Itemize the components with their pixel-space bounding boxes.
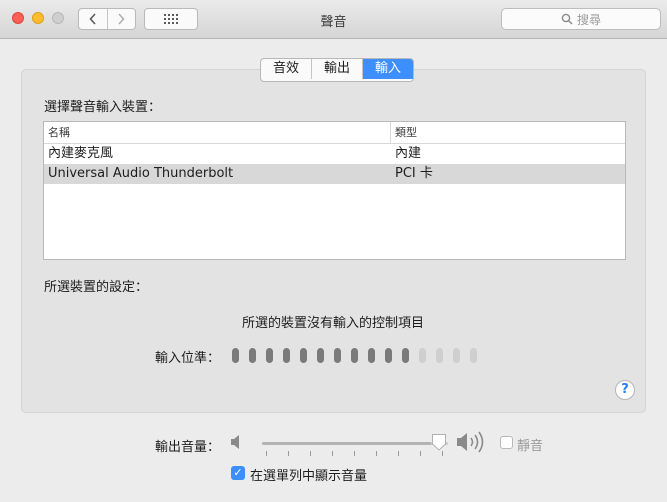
table-header: 名稱 類型 — [44, 122, 625, 144]
input-level-label: 輸入位準： — [155, 351, 221, 366]
column-header-name[interactable]: 名稱 — [44, 122, 391, 143]
select-device-label: 選擇聲音輸入裝置： — [44, 100, 162, 115]
slider-tick — [354, 451, 355, 456]
level-bar — [232, 348, 239, 363]
search-placeholder: 搜尋 — [576, 12, 601, 27]
output-volume-fill — [262, 442, 431, 445]
slider-tick — [398, 451, 399, 456]
table-row[interactable]: 內建麥克風 內建 — [44, 144, 625, 164]
level-bar — [317, 348, 324, 363]
output-volume-label: 輸出音量： — [155, 440, 221, 455]
input-level-meter — [232, 348, 477, 363]
level-bar — [436, 348, 443, 363]
slider-tick — [310, 451, 311, 456]
level-bar — [266, 348, 273, 363]
level-bar — [334, 348, 341, 363]
search-icon — [561, 13, 573, 25]
level-bar — [402, 348, 409, 363]
speaker-high-icon — [457, 431, 484, 453]
level-bar — [419, 348, 426, 363]
mute-checkbox[interactable] — [500, 436, 513, 449]
device-name: 內建麥克風 — [48, 146, 114, 161]
device-name: Universal Audio Thunderbolt — [48, 166, 234, 181]
level-bar — [283, 348, 290, 363]
no-controls-message: 所選的裝置沒有輸入的控制項目 — [242, 316, 425, 331]
device-type: 內建 — [395, 146, 422, 161]
search-field[interactable]: 搜尋 — [501, 8, 661, 30]
speaker-low-icon — [231, 435, 239, 449]
level-bar — [385, 348, 392, 363]
level-bar — [300, 348, 307, 363]
device-type: PCI 卡 — [395, 166, 433, 181]
level-bar — [351, 348, 358, 363]
slider-tick — [376, 451, 377, 456]
show-volume-in-menu-bar-label: 在選單列中顯示音量 — [250, 469, 368, 484]
mute-label: 靜音 — [517, 439, 544, 454]
slider-tick — [420, 451, 421, 456]
tab-output[interactable]: 輸出 — [311, 59, 362, 79]
slider-tick — [332, 451, 333, 456]
output-volume-slider-thumb[interactable] — [431, 433, 447, 451]
level-bar — [470, 348, 477, 363]
help-button[interactable]: ? — [615, 380, 635, 400]
tab-sound-effects[interactable]: 音效 — [261, 59, 311, 79]
tab-bar: 音效 輸出 輸入 — [260, 58, 415, 82]
title-bar: 聲音 搜尋 — [0, 0, 667, 39]
column-header-type[interactable]: 類型 — [391, 122, 625, 143]
slider-tick — [266, 451, 267, 456]
slider-tick — [442, 451, 443, 456]
tab-input[interactable]: 輸入 — [362, 59, 414, 79]
show-volume-in-menu-bar-checkbox[interactable]: ✓ — [231, 466, 245, 480]
table-row[interactable]: Universal Audio Thunderbolt PCI 卡 — [44, 164, 625, 184]
slider-tick — [288, 451, 289, 456]
level-bar — [368, 348, 375, 363]
device-table[interactable]: 名稱 類型 內建麥克風 內建 Universal Audio Thunderbo… — [43, 121, 626, 260]
level-bar — [249, 348, 256, 363]
level-bar — [453, 348, 460, 363]
device-settings-label: 所選裝置的設定： — [44, 280, 149, 295]
